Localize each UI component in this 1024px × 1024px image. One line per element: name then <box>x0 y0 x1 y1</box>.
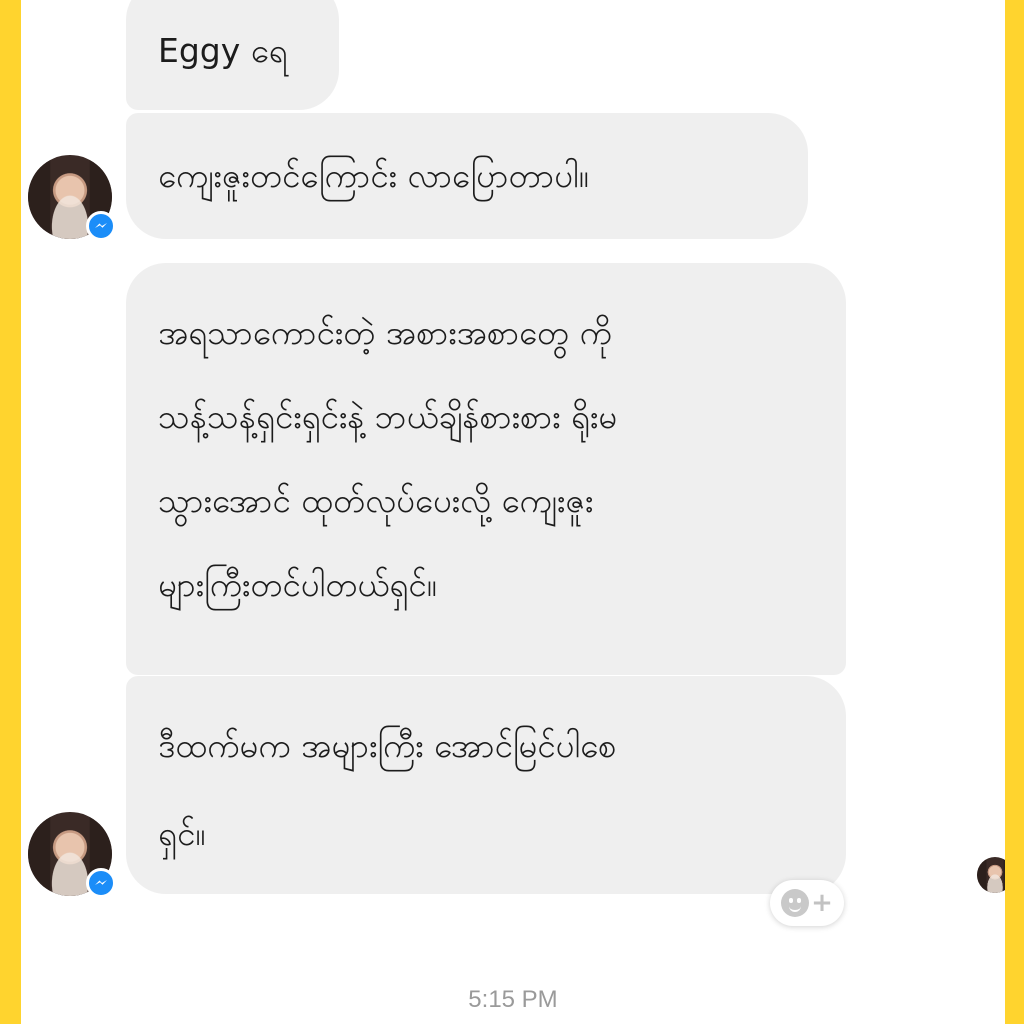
message-bubble[interactable]: ကျေးဇူးတင်ကြောင်း လာပြောတာပါ။ <box>126 113 808 239</box>
profile-photo <box>977 857 1005 893</box>
read-receipt-avatar <box>977 857 1005 893</box>
message-bubble[interactable]: ဒီထက်မက အများကြီး အောင်မြင်ပါစေ ရှင်။ <box>126 676 846 894</box>
message-text: Eggy ရေ <box>158 31 288 70</box>
add-reaction-button[interactable]: + <box>770 880 844 926</box>
message-line: ရှင်။ <box>158 814 206 853</box>
messenger-icon <box>86 211 116 241</box>
plus-icon: + <box>811 888 833 918</box>
messenger-icon <box>86 868 116 898</box>
sender-avatar[interactable] <box>28 155 116 241</box>
message-line: ဒီထက်မက အများကြီး အောင်မြင်ပါစေ <box>158 726 617 765</box>
message-line: အရသာကောင်းတဲ့ အစားအစာတွေ ကို <box>158 313 612 352</box>
message-line: များကြီးတင်ပါတယ်ရှင်။ <box>158 565 437 604</box>
timestamp: 5:15 PM <box>468 986 558 1013</box>
message-bubble[interactable]: အရသာကောင်းတဲ့ အစားအစာတွေ ကို သန့်သန့်ရှင… <box>126 263 846 675</box>
message-bubble[interactable]: Eggy ရေ <box>126 0 339 110</box>
message-line: သန့်သန့်ရှင်းရှင်းနဲ့ ဘယ်ချိန်စားစား ရို… <box>158 397 618 436</box>
message-line: သွားအောင် ထုတ်လုပ်ပေးလို့ ကျေးဇူး <box>158 481 594 520</box>
sender-avatar[interactable] <box>28 812 116 898</box>
message-text: ကျေးဇူးတင်ကြောင်း လာပြောတာပါ။ <box>158 156 589 195</box>
conversation-panel: Eggy ရေ ကျေးဇူးတင်ကြောင်း လာပြောတာပါ။ အရ… <box>21 0 1005 1024</box>
smiley-icon <box>781 889 810 917</box>
